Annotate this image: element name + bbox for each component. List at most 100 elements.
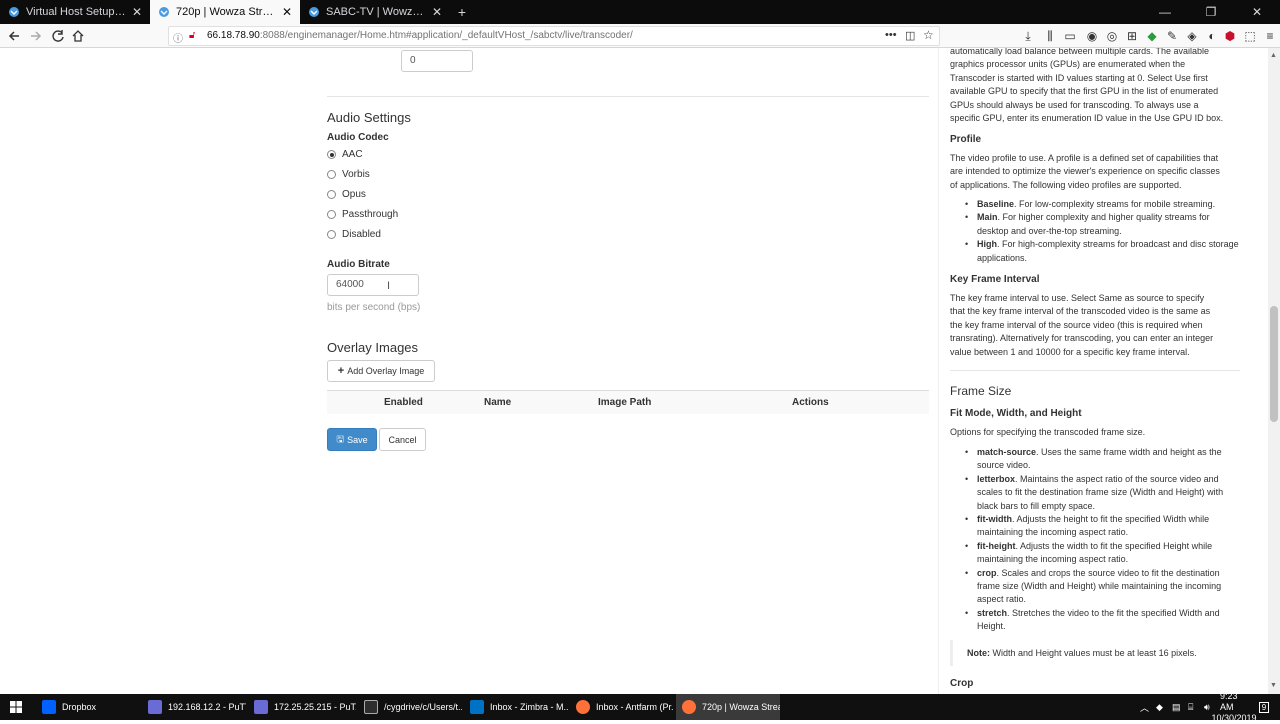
overlay-images-title: Overlay Images (327, 340, 419, 355)
wowza-favicon-icon (309, 7, 319, 17)
radio-button[interactable] (327, 170, 336, 179)
menu-icon[interactable]: ≡ (1262, 28, 1278, 44)
extension-icon[interactable]: ◆ (1144, 28, 1160, 44)
wowza-favicon-icon (159, 7, 169, 17)
home-icon[interactable] (70, 28, 86, 44)
scroll-up-icon[interactable]: ▲ (1270, 52, 1277, 59)
forward-arrow-icon[interactable] (28, 28, 44, 44)
cancel-button[interactable]: Cancel (379, 428, 426, 451)
list-item: fit-height. Adjusts the width to fit the… (961, 540, 1241, 567)
column-header-enabled: Enabled (384, 397, 423, 408)
account-icon[interactable]: ◉ (1084, 28, 1100, 44)
tray-chevron-icon[interactable]: ︿ (1140, 694, 1149, 720)
taskbar-item-dropbox[interactable]: Dropbox (36, 694, 140, 720)
help-fit-heading: Fit Mode, Width, and Height (950, 408, 1082, 419)
taskbar-label: 192.168.12.2 - PuTTY (168, 702, 246, 712)
notification-center-button[interactable]: 9 (1254, 694, 1274, 720)
help-profile-list: Baseline. For low-complexity streams for… (961, 198, 1241, 265)
list-item: letterbox. Maintains the aspect ratio of… (961, 473, 1241, 513)
browser-tab-active[interactable]: 720p | Wowza Streaming Engin ✕ (150, 0, 300, 24)
radio-option-aac[interactable]: AAC (327, 149, 363, 160)
plus-icon: + (337, 365, 345, 377)
tray-dropbox-icon[interactable]: ◆ (1156, 694, 1163, 720)
page-actions-icon[interactable]: ••• (885, 29, 897, 41)
help-note: Note: Width and Height values must be at… (950, 640, 1240, 666)
adblock-icon[interactable]: ⬢ (1222, 28, 1238, 44)
taskbar-item-outlook[interactable]: Inbox - Zimbra - M... (464, 694, 568, 720)
back-arrow-icon[interactable] (6, 28, 22, 44)
volume-icon[interactable]: 🔊︎ (1204, 694, 1210, 720)
help-line: that the key frame interval of the trans… (950, 306, 1211, 317)
maximize-window-button[interactable]: ❐ (1188, 0, 1234, 24)
help-line: The video profile to use. A profile is a… (950, 153, 1219, 163)
taskbar-label: Dropbox (62, 702, 97, 712)
text-cursor-icon: I (387, 280, 391, 292)
close-icon[interactable]: ✕ (282, 5, 292, 19)
new-tab-button[interactable]: + (452, 0, 472, 24)
clock[interactable]: 9:23 AM 10/30/2019 (1211, 691, 1256, 723)
help-line: automatically load balance between multi… (950, 48, 1209, 56)
close-icon[interactable]: ✕ (432, 5, 442, 19)
windows-taskbar: Dropbox 192.168.12.2 - PuTTY 172.25.25.2… (0, 691, 1280, 723)
extension-icon[interactable]: ⬚ (1242, 28, 1258, 44)
taskbar-item-terminal[interactable]: /cygdrive/c/Users/t... (358, 694, 462, 720)
reload-icon[interactable] (50, 28, 66, 44)
insecure-lock-icon[interactable]: 🔓︎ (189, 30, 195, 41)
help-line: value between 1 and 10000 for a specific… (950, 346, 1190, 357)
outlook-icon (470, 700, 484, 714)
extension-icon[interactable]: ◐ (1204, 28, 1220, 44)
taskbar-item-putty[interactable]: 172.25.25.215 - PuT... (248, 694, 356, 720)
help-scrollbar[interactable]: ▲ ▼ (1268, 48, 1280, 694)
library-icon[interactable]: ⫼ (1042, 28, 1058, 44)
bookmark-star-icon[interactable]: ☆ (923, 28, 934, 42)
extension-icon[interactable]: ✎ (1164, 28, 1180, 44)
firefox-icon (682, 700, 696, 714)
pocket-icon[interactable]: ◫ (905, 29, 915, 42)
close-window-button[interactable]: ✕ (1234, 0, 1280, 24)
taskbar-label: 172.25.25.215 - PuT... (274, 702, 356, 712)
minimize-window-button[interactable]: — (1142, 0, 1188, 24)
info-icon[interactable]: ⓘ (173, 30, 183, 45)
column-header-name: Name (484, 397, 512, 408)
url-text[interactable]: 66.18.78.90:8088/enginemanager/Home.htm#… (207, 30, 633, 41)
list-item: stretch. Stretches the video to the fit … (961, 607, 1241, 634)
windows-start-button[interactable] (0, 694, 32, 720)
audio-bitrate-help: bits per second (bps) (327, 302, 421, 313)
add-overlay-image-button[interactable]: + Add Overlay Image (327, 360, 435, 382)
scroll-down-icon[interactable]: ▼ (1270, 682, 1277, 689)
taskbar-item-firefox-active[interactable]: 720p | Wowza Strea... (676, 694, 780, 720)
extension-icon[interactable]: ⊞ (1124, 28, 1140, 44)
save-button[interactable]: 🖫︎ Save (327, 428, 377, 451)
browser-tab[interactable]: SABC-TV | Wowza Streaming E ✕ (300, 0, 450, 24)
radio-option-vorbis[interactable]: Vorbis (327, 169, 370, 180)
radio-option-disabled[interactable]: Disabled (327, 229, 381, 240)
audio-bitrate-input[interactable]: 64000 (327, 274, 419, 296)
extension-icon[interactable]: ◈ (1184, 28, 1200, 44)
browser-tab[interactable]: Virtual Host Setup | Wowza Str ✕ (0, 0, 150, 24)
taskbar-item-putty[interactable]: 192.168.12.2 - PuTTY (142, 694, 246, 720)
taskbar-label: Inbox - Antfarm (Pr... (596, 702, 674, 712)
scrollbar-thumb[interactable] (1270, 306, 1278, 422)
download-icon[interactable]: ⤓ (1020, 28, 1036, 44)
radio-option-opus[interactable]: Opus (327, 189, 366, 200)
network-icon[interactable]: ⌸ (1188, 694, 1193, 720)
putty-icon (148, 700, 162, 714)
tab-label: 720p | Wowza Streaming Engin (176, 6, 276, 18)
list-item: Main. For higher complexity and higher q… (961, 211, 1241, 238)
tray-icon[interactable]: ▤ (1172, 694, 1181, 720)
help-keyframe-heading: Key Frame Interval (950, 274, 1040, 285)
radio-button[interactable] (327, 190, 336, 199)
taskbar-item-firefox[interactable]: Inbox - Antfarm (Pr... (570, 694, 674, 720)
help-line: GPUs should always be used for transcodi… (950, 99, 1199, 110)
url-bar[interactable]: ⓘ 🔓︎ 66.18.78.90:8088/enginemanager/Home… (168, 26, 940, 46)
sidebar-icon[interactable]: ▭ (1062, 28, 1078, 44)
radio-option-passthrough[interactable]: Passthrough (327, 209, 398, 220)
close-icon[interactable]: ✕ (132, 5, 142, 19)
radio-button[interactable] (327, 210, 336, 219)
top-number-input[interactable]: 0 (401, 50, 473, 72)
help-keyframe-paragraph: The key frame interval to use. Select Sa… (950, 292, 1240, 359)
radio-button[interactable] (327, 230, 336, 239)
tab-label: Virtual Host Setup | Wowza Str (26, 6, 126, 18)
extension-icon[interactable]: ◎ (1104, 28, 1120, 44)
radio-button[interactable] (327, 150, 336, 159)
